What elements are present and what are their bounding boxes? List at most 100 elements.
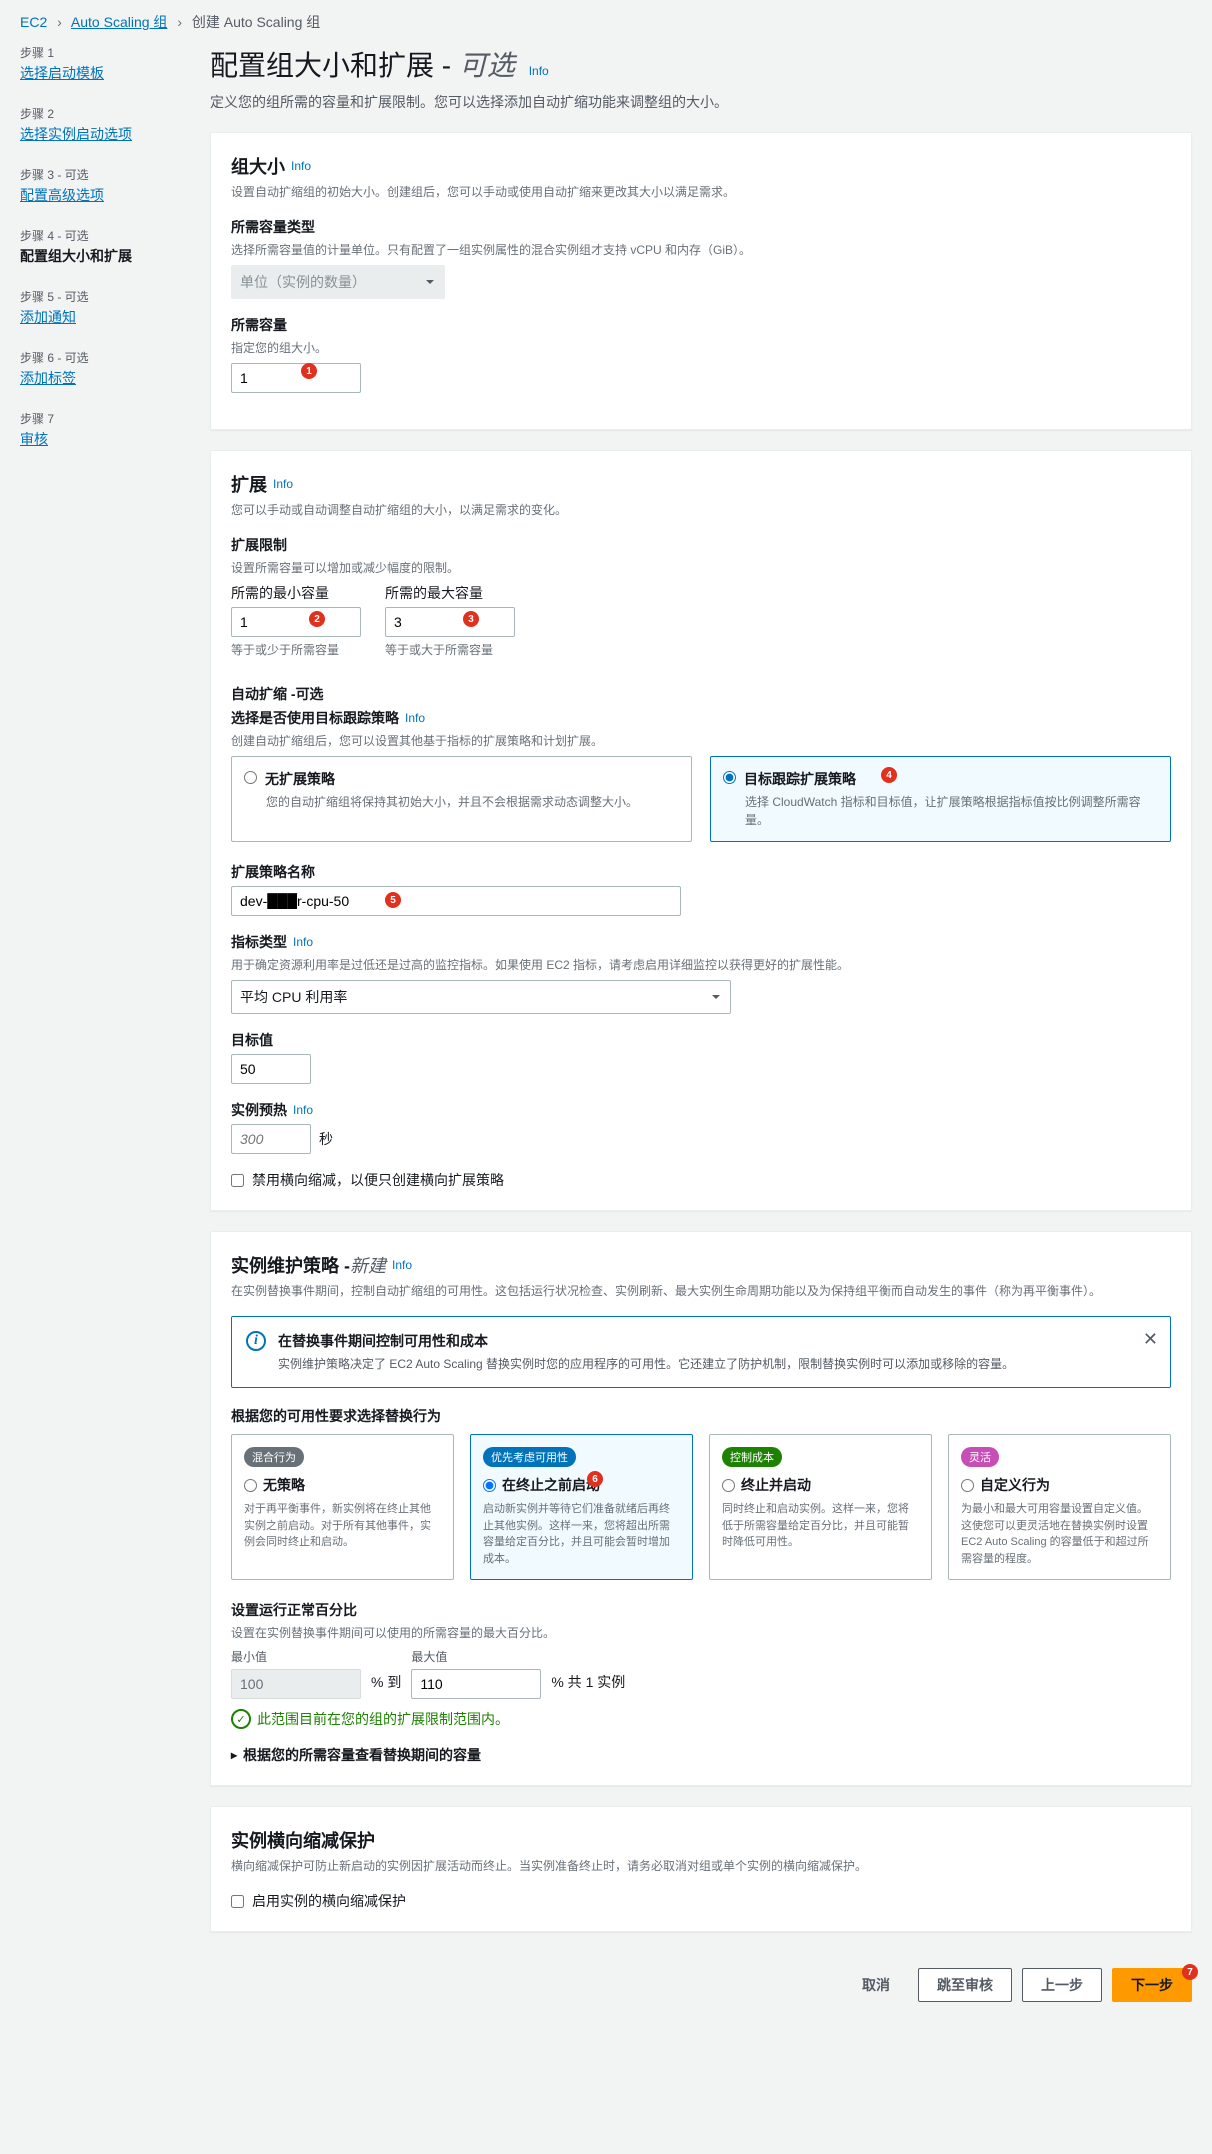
cap-type-select: 单位（实例的数量） [231, 265, 445, 299]
alert-body: 实例维护策略决定了 EC2 Auto Scaling 替换实例时您的应用程序的可… [278, 1355, 1014, 1373]
pct-min-input [231, 1669, 361, 1699]
b3-title: 自定义行为 [980, 1475, 1050, 1495]
limit-hint: 设置所需容量可以增加或减少幅度的限制。 [231, 559, 1171, 577]
prev-button[interactable]: 上一步 [1022, 1968, 1102, 2002]
radio-tt-policy[interactable] [723, 771, 736, 784]
badge-flex: 灵活 [961, 1447, 999, 1467]
warmup-input[interactable] [231, 1124, 311, 1154]
pct-max-input[interactable] [411, 1669, 541, 1699]
behavior-no-policy[interactable]: 混合行为 无策略 对于再平衡事件，新实例将在终止其他实例之前启动。对于所有其他事… [231, 1434, 454, 1580]
behavior-custom[interactable]: 灵活 自定义行为 为最小和最大可用容量设置自定义值。这使您可以更灵活地在替换实例… [948, 1434, 1171, 1580]
pct-min-label: 最小值 [231, 1648, 361, 1665]
step-5-label: 步骤 5 - 可选 [20, 288, 210, 305]
group-size-desc: 设置自动扩缩组的初始大小。创建组后，您可以手动或使用自动扩缩来更改其大小以满足需… [231, 183, 1171, 201]
wizard-footer: 取消 跳至审核 上一步 下一步 7 [210, 1952, 1192, 2018]
tile-no-policy[interactable]: 无扩展策略 您的自动扩缩组将保持其初始大小，并且不会根据需求动态调整大小。 [231, 756, 692, 842]
target-input[interactable] [231, 1054, 311, 1084]
badge-cost: 控制成本 [722, 1447, 782, 1467]
min-help: 等于或少于所需容量 [231, 641, 361, 658]
skip-button[interactable]: 跳至审核 [918, 1968, 1012, 2002]
marker-3: 3 [463, 611, 479, 627]
desired-input[interactable] [231, 363, 361, 393]
target-label: 目标值 [231, 1030, 1171, 1050]
marker-7: 7 [1182, 1964, 1198, 1980]
protect-title: 实例横向缩减保护 [231, 1827, 1171, 1853]
tile-tt-policy[interactable]: 目标跟踪扩展策略 选择 CloudWatch 指标和目标值，让扩展策略根据指标值… [710, 756, 1171, 842]
metric-info[interactable]: Info [293, 935, 313, 949]
expand-capacity[interactable]: 根据您的所需容量查看替换期间的容量 [231, 1745, 1171, 1765]
policy-name-input[interactable] [231, 886, 681, 916]
chevron-right-icon: › [57, 14, 62, 30]
close-icon[interactable]: ✕ [1143, 1329, 1158, 1350]
group-size-title: 组大小 [231, 153, 285, 179]
crumb-current: 创建 Auto Scaling 组 [192, 14, 320, 30]
warmup-info[interactable]: Info [293, 1103, 313, 1117]
pct-suffix: % 共 1 实例 [551, 1672, 625, 1692]
crumb-asg[interactable]: Auto Scaling 组 [71, 14, 168, 30]
b2-desc: 同时终止和启动实例。这样一来，您将低于所需容量给定百分比，并且可能暂时降低可用性… [722, 1501, 919, 1551]
maint-title: 实例维护策略 - [231, 1252, 350, 1278]
group-size-info[interactable]: Info [291, 159, 311, 173]
choose-behavior-label: 根据您的可用性要求选择替换行为 [231, 1406, 1171, 1426]
wizard-steps: 步骤 1选择启动模板 步骤 2选择实例启动选项 步骤 3 - 可选配置高级选项 … [20, 44, 210, 2018]
disable-scalein-checkbox[interactable] [231, 1174, 244, 1187]
marker-4: 4 [881, 767, 897, 783]
min-label: 所需的最小容量 [231, 583, 361, 603]
maint-new: 新建 [350, 1252, 386, 1278]
disable-scalein-row[interactable]: 禁用横向缩减，以便只创建横向扩展策略 [231, 1170, 1171, 1190]
marker-2: 2 [309, 611, 325, 627]
panel-protect: 实例横向缩减保护 横向缩减保护可防止新启动的实例因扩展活动而终止。当实例准备终止… [210, 1806, 1192, 1932]
scaling-title: 扩展 [231, 471, 267, 497]
tt-policy-desc: 选择 CloudWatch 指标和目标值，让扩展策略根据指标值按比例调整所需容量… [745, 793, 1158, 829]
auto-title: 自动扩缩 - [231, 684, 296, 704]
warmup-label: 实例预热 [231, 1100, 287, 1120]
next-button[interactable]: 下一步 [1112, 1968, 1192, 2002]
radio-no-policy[interactable] [244, 771, 257, 784]
scaling-info[interactable]: Info [273, 477, 293, 491]
b0-desc: 对于再平衡事件，新实例将在终止其他实例之前启动。对于所有其他事件，实例会同时终止… [244, 1501, 441, 1551]
crumb-ec2[interactable]: EC2 [20, 14, 47, 30]
min-input[interactable] [231, 607, 361, 637]
chevron-right-icon: › [177, 14, 182, 30]
no-policy-title: 无扩展策略 [265, 769, 335, 789]
scaling-desc: 您可以手动或自动调整自动扩缩组的大小，以满足需求的变化。 [231, 501, 1171, 519]
disable-scalein-label: 禁用横向缩减，以便只创建横向扩展策略 [252, 1170, 504, 1190]
cancel-button[interactable]: 取消 [844, 1968, 908, 2002]
protect-desc: 横向缩减保护可防止新启动的实例因扩展活动而终止。当实例准备终止时，请务必取消对组… [231, 1857, 1171, 1875]
page-info-link[interactable]: Info [529, 64, 549, 78]
step-7-label: 步骤 7 [20, 410, 210, 427]
alert-title: 在替换事件期间控制可用性和成本 [278, 1331, 1014, 1351]
pct-to: % 到 [371, 1672, 401, 1692]
max-input[interactable] [385, 607, 515, 637]
badge-availability: 优先考虑可用性 [483, 1447, 576, 1467]
behavior-terminate-launch[interactable]: 控制成本 终止并启动 同时终止和启动实例。这样一来，您将低于所需容量给定百分比，… [709, 1434, 932, 1580]
step-5-link[interactable]: 添加通知 [20, 309, 76, 325]
metric-hint: 用于确定资源利用率是过低还是过高的监控指标。如果使用 EC2 指标，请考虑启用详… [231, 956, 1171, 974]
radio-b0[interactable] [244, 1479, 257, 1492]
maint-info[interactable]: Info [392, 1258, 412, 1272]
limit-title: 扩展限制 [231, 535, 1171, 555]
protect-label: 启用实例的横向缩减保护 [252, 1891, 406, 1911]
auto-sub-info[interactable]: Info [405, 711, 425, 725]
behavior-launch-first[interactable]: 优先考虑可用性 6 在终止之前启动 启动新实例并等待它们准备就绪后再终止其他实例… [470, 1434, 693, 1580]
protect-checkbox[interactable] [231, 1895, 244, 1908]
step-1-link[interactable]: 选择启动模板 [20, 65, 104, 81]
auto-hint: 创建自动扩缩组后，您可以设置其他基于指标的扩展策略和计划扩展。 [231, 732, 1171, 750]
step-3-link[interactable]: 配置高级选项 [20, 187, 104, 203]
panel-maintenance: 实例维护策略 - 新建 Info 在实例替换事件期间，控制自动扩缩组的可用性。这… [210, 1231, 1192, 1786]
radio-b1[interactable] [483, 1479, 496, 1492]
radio-b2[interactable] [722, 1479, 735, 1492]
pct-max-label: 最大值 [411, 1648, 541, 1665]
step-2-link[interactable]: 选择实例启动选项 [20, 126, 132, 142]
step-6-link[interactable]: 添加标签 [20, 370, 76, 386]
radio-b3[interactable] [961, 1479, 974, 1492]
pct-title: 设置运行正常百分比 [231, 1600, 1171, 1620]
page-desc: 定义您的组所需的容量和扩展限制。您可以选择添加自动扩缩功能来调整组的大小。 [210, 92, 1192, 112]
tt-policy-title: 目标跟踪扩展策略 [744, 769, 856, 789]
pct-ok-msg: 此范围目前在您的组的扩展限制范围内。 [231, 1709, 1171, 1729]
b2-title: 终止并启动 [741, 1475, 811, 1495]
protect-row[interactable]: 启用实例的横向缩减保护 [231, 1891, 1171, 1911]
metric-select[interactable]: 平均 CPU 利用率 [231, 980, 731, 1014]
max-label: 所需的最大容量 [385, 583, 515, 603]
step-7-link[interactable]: 审核 [20, 431, 48, 447]
